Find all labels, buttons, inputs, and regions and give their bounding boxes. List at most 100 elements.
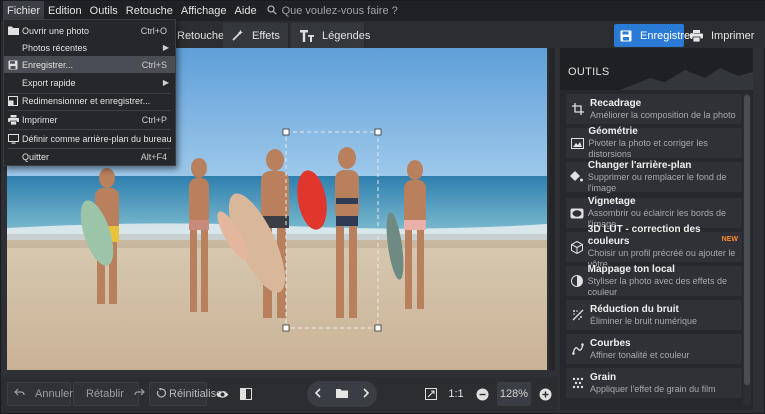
resize-icon [4,95,22,106]
tool-desc: Éliminer le bruit numérique [590,315,698,326]
menu-item-arriere-plan-bureau[interactable]: Définir comme arrière-plan du bureau [4,130,175,147]
search-placeholder: Que voulez-vous faire ? [281,5,398,17]
tool-title: Réduction du bruit [590,303,679,315]
tool-title: Grain [590,371,617,383]
menu-item-ouvrir[interactable]: Ouvrir une photo Ctrl+O [4,22,175,39]
vignette-icon [566,208,588,219]
zoom-out-icon[interactable] [473,382,491,406]
tool-reduction-bruit[interactable]: Réduction du bruit Éliminer le bruit numé… [566,300,742,330]
preview-eye-icon[interactable] [213,382,231,406]
menu-item-shortcut: Ctrl+P [141,114,167,125]
save-button[interactable]: Enregistrer [614,24,694,47]
undo-button[interactable]: Annuler [7,382,73,406]
tool-desc: Supprimer ou remplacer le fond de l'imag… [587,172,727,193]
menu-item-shortcut: Ctrl+S [141,59,167,70]
printer-icon [4,114,22,125]
open-folder-icon[interactable] [336,388,348,401]
undo-icon [14,388,25,400]
reset-icon [156,387,167,401]
crop-icon [566,103,590,115]
noise-icon [566,309,590,321]
menu-item-quitter[interactable]: Quitter Alt+F4 [4,148,175,165]
magic-wand-icon [231,29,244,42]
zoom-level[interactable]: 128% [497,382,531,406]
tool-desc: Styliser la photo avec des effets de cou… [587,276,728,297]
menu-retouche[interactable]: Retouche [122,1,177,21]
text-icon [300,29,314,42]
tool-desc: Appliquer l'effet de grain du film [590,383,716,394]
zoom-actual-size[interactable]: 1:1 [445,382,467,406]
next-image-icon[interactable] [362,387,370,401]
tool-title: Recadrage [590,97,642,109]
undo-label: Annuler [35,388,73,400]
app-window: Fichier Edition Outils Retouche Affichag… [0,0,765,414]
grain-icon [566,377,590,389]
tool-desc: Affiner tonalité et couleur [590,349,690,360]
tone-icon [566,275,588,287]
tool-courbes[interactable]: Courbes Affiner tonalité et couleur [566,334,742,364]
tool-3d-lut[interactable]: 3D LUT - correction des couleurs Choisir … [566,224,742,269]
new-badge: NEW [721,236,738,243]
tool-changer-arriere-plan[interactable]: Changer l'arrière-plan Supprimer ou rempl… [566,160,742,193]
file-menu-dropdown: Ouvrir une photo Ctrl+O Photos récentes … [3,19,176,166]
monitor-icon [4,133,22,144]
tool-desc: Pivoter la photo et corriger les distors… [588,138,708,159]
menu-item-label: Imprimer [22,114,58,125]
fill-icon [566,171,588,183]
reset-button[interactable]: Réinitialiser [149,382,226,406]
zoom-in-icon[interactable] [536,382,554,406]
tool-title: 3D LUT - correction des couleurs [587,224,701,247]
menu-item-export-rapide[interactable]: Export rapide ▶ [4,74,175,91]
submenu-arrow-icon: ▶ [162,43,169,52]
menu-item-shortcut: Alt+F4 [140,151,167,162]
menu-bar: Fichier Edition Outils Retouche Affichag… [1,1,765,21]
tool-title: Courbes [590,337,631,349]
compare-icon[interactable] [237,382,255,406]
menu-item-enregistrer[interactable]: Enregistrer... Ctrl+S [4,56,175,73]
menu-item-label: Redimensionner et enregistrer... [22,95,151,106]
tool-geometrie[interactable]: Géométrie Pivoter la photo et corriger le… [566,126,742,159]
tool-recadrage[interactable]: Recadrage Améliorer la composition de la … [566,94,742,124]
menu-fichier[interactable]: Fichier [3,1,45,21]
menu-affichage[interactable]: Affichage [177,1,231,21]
submenu-arrow-icon: ▶ [162,78,169,87]
print-button[interactable]: Imprimer [688,24,758,47]
tool-title: Vignetage [587,196,636,207]
scrollbar-thumb[interactable] [744,95,750,385]
canvas-scrollbar[interactable] [549,48,555,370]
menu-item-label: Export rapide [22,77,76,88]
search-icon [266,4,282,18]
tools-panel-header: OUTILS [560,48,753,90]
prev-image-icon[interactable] [314,387,322,401]
menu-edition[interactable]: Edition [44,1,86,21]
menu-outils[interactable]: Outils [86,1,122,21]
tools-list: Recadrage Améliorer la composition de la … [566,94,742,402]
menu-item-label: Ouvrir une photo [22,25,90,36]
menu-item-redimensionner[interactable]: Redimensionner et enregistrer... [4,92,175,109]
menu-item-photos-recentes[interactable]: Photos récentes ▶ [4,39,175,56]
menu-item-label: Définir comme arrière-plan du bureau [22,133,172,144]
curves-icon [566,343,590,355]
menu-item-label: Enregistrer... [22,59,74,70]
tool-title: Géométrie [588,126,638,137]
tool-mappage-ton-local[interactable]: Mappage ton local Styliser la photo avec … [566,264,742,297]
tab-retouche[interactable]: Retouche [177,23,227,48]
tab-legendes[interactable]: Légendes [291,23,370,48]
redo-icon [134,388,145,400]
redo-label: Rétablir [86,388,124,400]
fit-screen-icon[interactable] [421,382,441,406]
menu-item-imprimer[interactable]: Imprimer Ctrl+P [4,111,175,128]
tools-panel: OUTILS Recadrage Améliorer la composition… [560,48,753,410]
menu-aide[interactable]: Aide [231,1,261,21]
menu-item-label: Photos récentes [22,42,88,53]
tab-effets[interactable]: Effets [223,23,289,48]
tab-retouche-label: Retouche [177,29,225,42]
tool-desc: Améliorer la composition de la photo [590,109,736,120]
folder-icon [4,26,22,35]
search-box[interactable]: Que voulez-vous faire ? [266,4,398,18]
tool-grain[interactable]: Grain Appliquer l'effet de grain du film [566,368,742,398]
menu-item-label: Quitter [22,151,50,162]
tab-effets-label: Effets [252,29,280,42]
redo-button[interactable]: Rétablir [73,382,145,406]
tools-panel-scrollbar[interactable] [743,93,751,405]
